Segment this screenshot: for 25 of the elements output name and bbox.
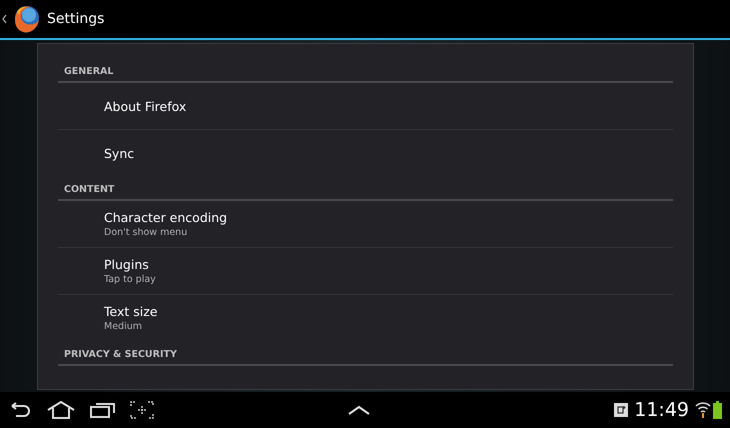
item-title: About Firefox (104, 98, 188, 114)
item-title: Text size (104, 304, 158, 319)
screen-title: Settings (47, 11, 104, 27)
wifi-icon (695, 401, 711, 419)
section-header: PRIVACY & SECURITY (58, 343, 673, 366)
back-caret-icon[interactable] (2, 14, 7, 24)
battery-icon (713, 401, 722, 419)
up-caret-icon[interactable] (348, 405, 370, 415)
item-title: Sync (104, 146, 136, 160)
section-header: GENERAL (58, 60, 673, 83)
item-summary: Tap to play (104, 274, 157, 285)
item-summary: Medium (104, 321, 143, 332)
settings-item[interactable]: About Firefox (58, 83, 673, 129)
settings-item[interactable]: Text size Medium (58, 294, 673, 341)
section-header: CONTENT (58, 178, 673, 201)
settings-item[interactable]: Sync (58, 129, 673, 176)
screenshot-icon[interactable] (130, 401, 154, 419)
item-title: Plugins (104, 257, 150, 272)
clock-time: 11:49 (634, 399, 689, 421)
home-icon[interactable] (46, 401, 76, 419)
item-summary: Don't show menu (104, 227, 188, 238)
recent-apps-icon[interactable] (90, 402, 116, 418)
settings-item[interactable]: Plugins Tap to play (58, 247, 673, 294)
item-title: Character encoding (104, 210, 228, 225)
settings-item[interactable]: Character encoding Don't show menu (58, 201, 673, 247)
